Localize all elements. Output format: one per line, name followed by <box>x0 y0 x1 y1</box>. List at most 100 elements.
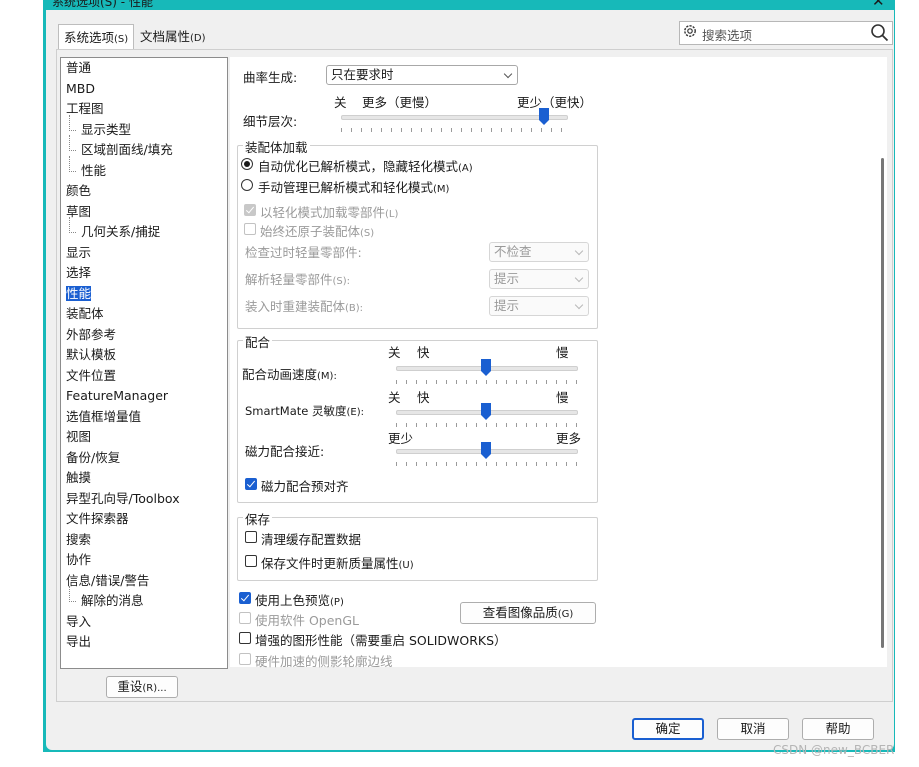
curvature-select[interactable]: 只在要求时 <box>326 65 518 85</box>
checkbox-restore-subassembly[interactable] <box>244 223 256 235</box>
load-lightweight-label: 以轻化模式加载零部件(L) <box>260 205 399 220</box>
tab-hotkey: (D) <box>190 33 206 44</box>
smartmate-off-label: 关 <box>388 390 401 405</box>
tree-item[interactable]: 搜索 <box>66 532 91 548</box>
tree-item[interactable]: 默认模板 <box>66 347 116 363</box>
checkbox-software-opengl[interactable] <box>239 612 251 624</box>
magnetic-more-label: 更多 <box>556 431 582 446</box>
tree-item[interactable]: 选值框增量值 <box>66 409 141 425</box>
tab-hotkey: (S) <box>114 34 129 45</box>
tree-item[interactable]: 触摸 <box>66 470 91 486</box>
watermark: CSDN @new_BCBER <box>773 743 895 757</box>
radio-auto[interactable] <box>241 158 253 170</box>
rebuild-label: 装入时重建装配体(B): <box>245 299 364 314</box>
detail-slider-track <box>341 115 568 120</box>
tree-item[interactable]: 外部参考 <box>66 327 116 343</box>
checkbox-load-lightweight[interactable] <box>244 204 256 216</box>
prealign-label: 磁力配合预对齐 <box>261 479 349 494</box>
scrollbar[interactable] <box>873 57 887 667</box>
save-title: 保存 <box>243 509 273 528</box>
cancel-button[interactable]: 取消 <box>717 718 789 740</box>
purge-cache-label: 清理缓存配置数据 <box>261 532 362 547</box>
smartmate-slider-thumb[interactable] <box>481 403 491 420</box>
checkbox-enhanced-graphics[interactable] <box>239 632 251 644</box>
tree-item[interactable]: 显示 <box>66 245 91 261</box>
tree-item[interactable]: 性能 <box>66 285 92 302</box>
tab-label: 文档属性 <box>140 29 191 44</box>
curvature-label: 曲率生成: <box>243 70 298 85</box>
smartmate-slow-label: 慢 <box>556 390 569 405</box>
magnetic-slider-ticks <box>396 462 577 466</box>
magnetic-slider-thumb[interactable] <box>481 442 491 459</box>
radio-manual[interactable] <box>241 179 253 191</box>
view-image-quality-button[interactable]: 查看图像品质(G) <box>460 602 596 624</box>
chevron-down-icon <box>574 246 584 256</box>
close-icon[interactable]: ✕ <box>872 0 885 10</box>
tree-item[interactable]: 文件探索器 <box>66 511 129 527</box>
tree-item[interactable]: 性能 <box>68 155 106 179</box>
tree-item[interactable]: 区域剖面线/填充 <box>69 135 173 158</box>
anim-slider-thumb[interactable] <box>481 359 491 376</box>
radio-auto-label: 自动优化已解析模式，隐藏轻化模式(A) <box>258 159 473 174</box>
tree-item[interactable]: 显示类型 <box>68 114 131 138</box>
rebuild-select[interactable]: 提示 <box>489 296 589 316</box>
restore-subassembly-label: 始终还原子装配体(S) <box>260 224 375 239</box>
magnetic-label: 磁力配合接近: <box>245 444 325 459</box>
tree-item[interactable]: 选择 <box>66 265 91 281</box>
anim-slider-ticks <box>396 380 577 384</box>
window-title: 系统选项(S) - 性能 <box>52 0 153 9</box>
search-icon[interactable] <box>870 23 889 45</box>
smartmate-slider-ticks <box>396 423 577 427</box>
checkbox-hw-silhouette[interactable] <box>239 653 251 665</box>
tree-item[interactable]: 信息/错误/警告 <box>66 573 149 589</box>
tree-item[interactable]: 协作 <box>66 552 91 568</box>
detail-slider-thumb[interactable] <box>538 108 549 125</box>
mate-title: 配合 <box>243 332 273 351</box>
checkbox-shaded-preview[interactable] <box>239 592 251 604</box>
chevron-down-icon <box>574 273 584 283</box>
tree-item[interactable]: 异型孔向导/Toolbox <box>66 491 180 507</box>
tree-item[interactable]: 视图 <box>66 429 91 445</box>
help-button[interactable]: 帮助 <box>802 718 874 740</box>
search-placeholder: 搜索选项 <box>702 28 753 43</box>
software-opengl-label: 使用软件 OpenGL <box>255 613 360 628</box>
tree-item[interactable]: 解除的消息 <box>69 586 144 609</box>
checkbox-update-mass[interactable] <box>245 555 257 567</box>
reset-button[interactable]: 重设(R)... <box>106 676 178 698</box>
checkbox-purge-cache[interactable] <box>245 531 257 543</box>
tree-item[interactable]: 导出 <box>66 634 91 650</box>
tab-label: 系统选项 <box>64 30 115 45</box>
chevron-down-icon <box>503 69 513 79</box>
scrollbar-thumb[interactable] <box>881 158 884 648</box>
resolve-select[interactable]: 提示 <box>489 269 589 289</box>
chevron-down-icon <box>574 300 584 310</box>
tree-item[interactable]: 文件位置 <box>66 368 116 384</box>
magnetic-less-label: 更少 <box>388 431 414 446</box>
tree-item[interactable]: 备份/恢复 <box>66 450 120 466</box>
tree-item[interactable]: MBD <box>66 81 95 97</box>
check-outdated-label: 检查过时轻量零部件: <box>245 245 362 260</box>
tree-item[interactable]: 导入 <box>66 614 91 630</box>
tree-item[interactable]: 普通 <box>66 60 91 76</box>
tab-document-properties[interactable]: 文档属性(D) <box>135 26 211 48</box>
detail-less-label: 更少（更快） <box>517 95 593 110</box>
search-input[interactable]: 搜索选项 <box>679 21 893 45</box>
anim-speed-label: 配合动画速度(M): <box>242 367 337 382</box>
checkbox-prealign[interactable] <box>245 478 257 490</box>
shaded-preview-label: 使用上色预览(P) <box>255 593 344 608</box>
detail-more-label: 更多（更慢） <box>362 95 438 110</box>
curvature-value: 只在要求时 <box>331 67 394 82</box>
gear-icon[interactable] <box>682 23 698 42</box>
tree-item[interactable]: FeatureManager <box>66 388 168 404</box>
tree-item[interactable]: 几何关系/捕捉 <box>68 217 160 240</box>
anim-fast-label: 快 <box>417 345 430 360</box>
hw-silhouette-label: 硬件加速的侧影轮廓边线 <box>255 654 393 669</box>
anim-off-label: 关 <box>388 345 401 360</box>
tree-item[interactable]: 装配体 <box>66 306 104 322</box>
check-outdated-select[interactable]: 不检查 <box>489 242 589 262</box>
ok-button[interactable]: 确定 <box>632 718 704 740</box>
tab-system-options[interactable]: 系统选项(S) <box>58 24 135 51</box>
smartmate-fast-label: 快 <box>417 390 430 405</box>
tree-item[interactable]: 颜色 <box>66 183 91 199</box>
detail-label: 细节层次: <box>243 114 298 129</box>
